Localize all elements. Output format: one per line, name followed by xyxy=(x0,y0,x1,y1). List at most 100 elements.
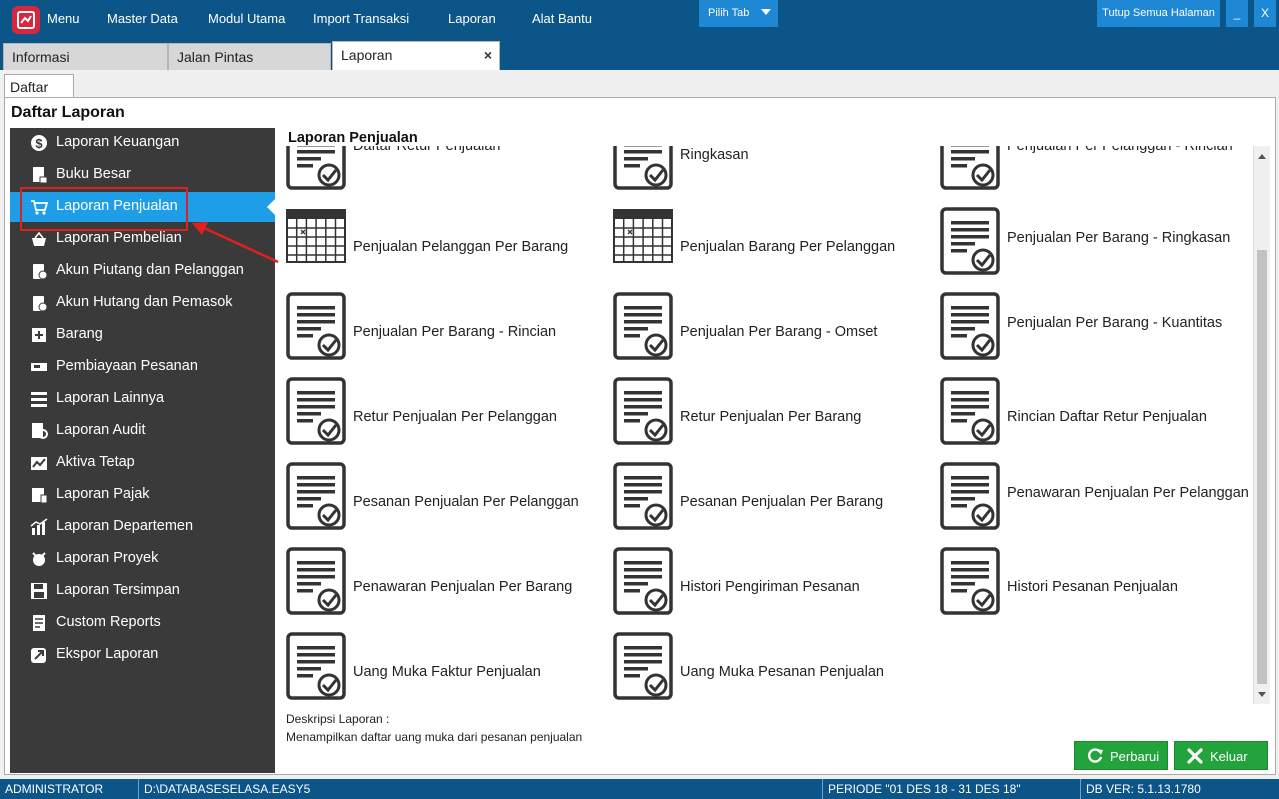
sidebar-item-pembiayaan-pesanan[interactable]: Pembiayaan Pesanan xyxy=(10,352,275,382)
sidebar-item-custom-reports[interactable]: Custom Reports xyxy=(10,608,275,638)
vertical-scrollbar[interactable] xyxy=(1253,146,1270,704)
report-item-label: Penjualan Per Pelanggan - Rincian xyxy=(1007,146,1233,154)
pilih-tab-dropdown[interactable]: Pilih Tab xyxy=(699,0,778,27)
minimize-button[interactable]: _ xyxy=(1226,0,1248,27)
scroll-down-icon[interactable] xyxy=(1258,692,1266,697)
report-item[interactable]: Histori Pengiriman Pesanan xyxy=(606,542,926,616)
scroll-thumb[interactable] xyxy=(1257,250,1267,684)
report-item[interactable]: Pesanan Penjualan Per Pelanggan xyxy=(279,457,599,531)
audit-icon xyxy=(30,422,48,440)
report-item-label: Uang Muka Faktur Penjualan xyxy=(353,664,541,680)
report-doc-icon xyxy=(612,546,674,616)
report-item[interactable]: Retur Penjualan Per Barang xyxy=(606,372,926,446)
sidebar-item-barang[interactable]: Barang xyxy=(10,320,275,350)
tab-jalan-pintas[interactable]: Jalan Pintas xyxy=(168,43,331,70)
menu-item-menu[interactable]: Menu xyxy=(47,11,80,26)
report-item[interactable]: Penjualan Per Barang - Kuantitas xyxy=(933,287,1253,361)
sidebar-item-aktiva-tetap[interactable]: Aktiva Tetap xyxy=(10,448,275,478)
sidebar-item-laporan-pajak[interactable]: Laporan Pajak xyxy=(10,480,275,510)
menu-item-master-data[interactable]: Master Data xyxy=(107,11,178,26)
status-bar: ADMINISTRATOR D:\DATABASESELASA.EASY5 PE… xyxy=(0,779,1279,799)
panel-title: Daftar Laporan xyxy=(11,104,125,121)
close-tab-icon[interactable]: × xyxy=(484,47,492,63)
description-label: Deskripsi Laporan : xyxy=(286,712,390,726)
report-doc-icon xyxy=(939,376,1001,446)
svg-text:$: $ xyxy=(35,136,43,151)
sidebar-item-laporan-audit[interactable]: Laporan Audit xyxy=(10,416,275,446)
report-item[interactable]: Penjualan Barang Per Pelanggan xyxy=(606,202,926,276)
menu-item-modul-utama[interactable]: Modul Utama xyxy=(208,11,285,26)
exit-button-label: Keluar xyxy=(1210,749,1248,764)
app-logo-icon[interactable] xyxy=(12,6,40,34)
scroll-up-icon[interactable] xyxy=(1258,154,1266,159)
sidebar-item-laporan-proyek[interactable]: Laporan Proyek xyxy=(10,544,275,574)
sidebar-item-label: Laporan Pajak xyxy=(56,486,150,502)
grid-report-icon xyxy=(285,206,347,276)
report-item[interactable]: Penjualan Per Barang - Omset xyxy=(606,287,926,361)
report-item[interactable]: Daftar Retur Penjualan xyxy=(279,146,599,191)
box-icon xyxy=(30,326,48,344)
save-icon xyxy=(30,582,48,600)
report-doc-icon xyxy=(612,631,674,701)
report-grid: Daftar Retur Penjualan Ringkasan Penjualan… xyxy=(277,146,1253,704)
payable-icon xyxy=(30,294,48,312)
sidebar-item-label: Pembiayaan Pesanan xyxy=(56,358,198,374)
report-item[interactable]: Penjualan Per Barang - Rincian xyxy=(279,287,599,361)
report-item[interactable]: Pesanan Penjualan Per Barang xyxy=(606,457,926,531)
report-doc-icon xyxy=(939,291,1001,361)
sidebar-item-laporan-departemen[interactable]: Laporan Departemen xyxy=(10,512,275,542)
report-section-title: Laporan Penjualan xyxy=(288,130,418,146)
refresh-button[interactable]: Perbarui xyxy=(1074,741,1168,770)
sidebar-item-label: Laporan Lainnya xyxy=(56,390,165,406)
report-item[interactable]: Penjualan Pelanggan Per Barang xyxy=(279,202,599,276)
refresh-button-label: Perbarui xyxy=(1110,749,1160,764)
refresh-icon xyxy=(1088,748,1103,763)
report-item[interactable]: Uang Muka Faktur Penjualan xyxy=(279,627,599,701)
subtab-daftar[interactable]: Daftar xyxy=(4,74,74,98)
report-doc-icon xyxy=(285,146,347,191)
menu-bar: Menu Master Data Modul Utama Import Tran… xyxy=(0,0,1279,38)
sidebar-item-laporan-lainnya[interactable]: Laporan Lainnya xyxy=(10,384,275,414)
sidebar-item-laporan-tersimpan[interactable]: Laporan Tersimpan xyxy=(10,576,275,606)
report-doc-icon xyxy=(285,546,347,616)
report-item-label: Penjualan Barang Per Pelanggan xyxy=(680,239,896,255)
report-item[interactable]: Ringkasan xyxy=(606,146,926,191)
tab-laporan[interactable]: Laporan × xyxy=(332,41,500,70)
custom-report-icon xyxy=(30,614,48,632)
report-item[interactable]: Uang Muka Pesanan Penjualan xyxy=(606,627,926,701)
highlight-annotation xyxy=(20,187,188,231)
sidebar-item-ekspor-laporan[interactable]: Ekspor Laporan xyxy=(10,640,275,670)
sidebar-item-laporan-keuangan[interactable]: $ Laporan Keuangan xyxy=(10,128,275,158)
report-item-label: Retur Penjualan Per Barang xyxy=(680,409,862,425)
report-doc-icon xyxy=(939,461,1001,531)
list-icon xyxy=(30,390,48,408)
status-database: D:\DATABASESELASA.EASY5 xyxy=(139,779,823,799)
sidebar-item-label: Laporan Proyek xyxy=(56,550,159,566)
report-doc-icon xyxy=(285,376,347,446)
sidebar-item-label: Akun Hutang dan Pemasok xyxy=(56,294,233,310)
report-item[interactable]: Penjualan Per Pelanggan - Rincian xyxy=(933,146,1253,191)
report-item[interactable]: Histori Pesanan Penjualan xyxy=(933,542,1253,616)
tab-informasi[interactable]: Informasi xyxy=(3,43,168,70)
report-doc-icon xyxy=(612,146,674,191)
report-item-label: Penjualan Per Barang - Ringkasan xyxy=(1007,230,1231,246)
menu-item-alat-bantu[interactable]: Alat Bantu xyxy=(532,11,592,26)
report-item[interactable]: Rincian Daftar Retur Penjualan xyxy=(933,372,1253,446)
close-all-pages-button[interactable]: Tutup Semua Halaman xyxy=(1097,0,1220,27)
sidebar-item-buku-besar[interactable]: Buku Besar xyxy=(10,160,275,190)
report-item[interactable]: Penjualan Per Barang - Ringkasan xyxy=(933,202,1253,276)
report-item-label: Penjualan Pelanggan Per Barang xyxy=(353,239,569,255)
sidebar-item-label: Laporan Tersimpan xyxy=(56,582,180,598)
exit-button[interactable]: Keluar xyxy=(1174,741,1268,770)
sidebar-item-akun-hutang-dan-pemasok[interactable]: Akun Hutang dan Pemasok xyxy=(10,288,275,318)
menu-item-laporan[interactable]: Laporan xyxy=(448,11,496,26)
report-item-label: Retur Penjualan Per Pelanggan xyxy=(353,409,557,425)
report-item[interactable]: Retur Penjualan Per Pelanggan xyxy=(279,372,599,446)
report-item[interactable]: Penawaran Penjualan Per Pelanggan xyxy=(933,457,1253,531)
menu-item-import-transaksi[interactable]: Import Transaksi xyxy=(313,11,409,26)
sidebar-item-label: Buku Besar xyxy=(56,166,131,182)
report-item[interactable]: Penawaran Penjualan Per Barang xyxy=(279,542,599,616)
sidebar-item-label: Custom Reports xyxy=(56,614,161,630)
close-window-button[interactable]: X xyxy=(1254,0,1276,27)
project-icon xyxy=(30,550,48,568)
